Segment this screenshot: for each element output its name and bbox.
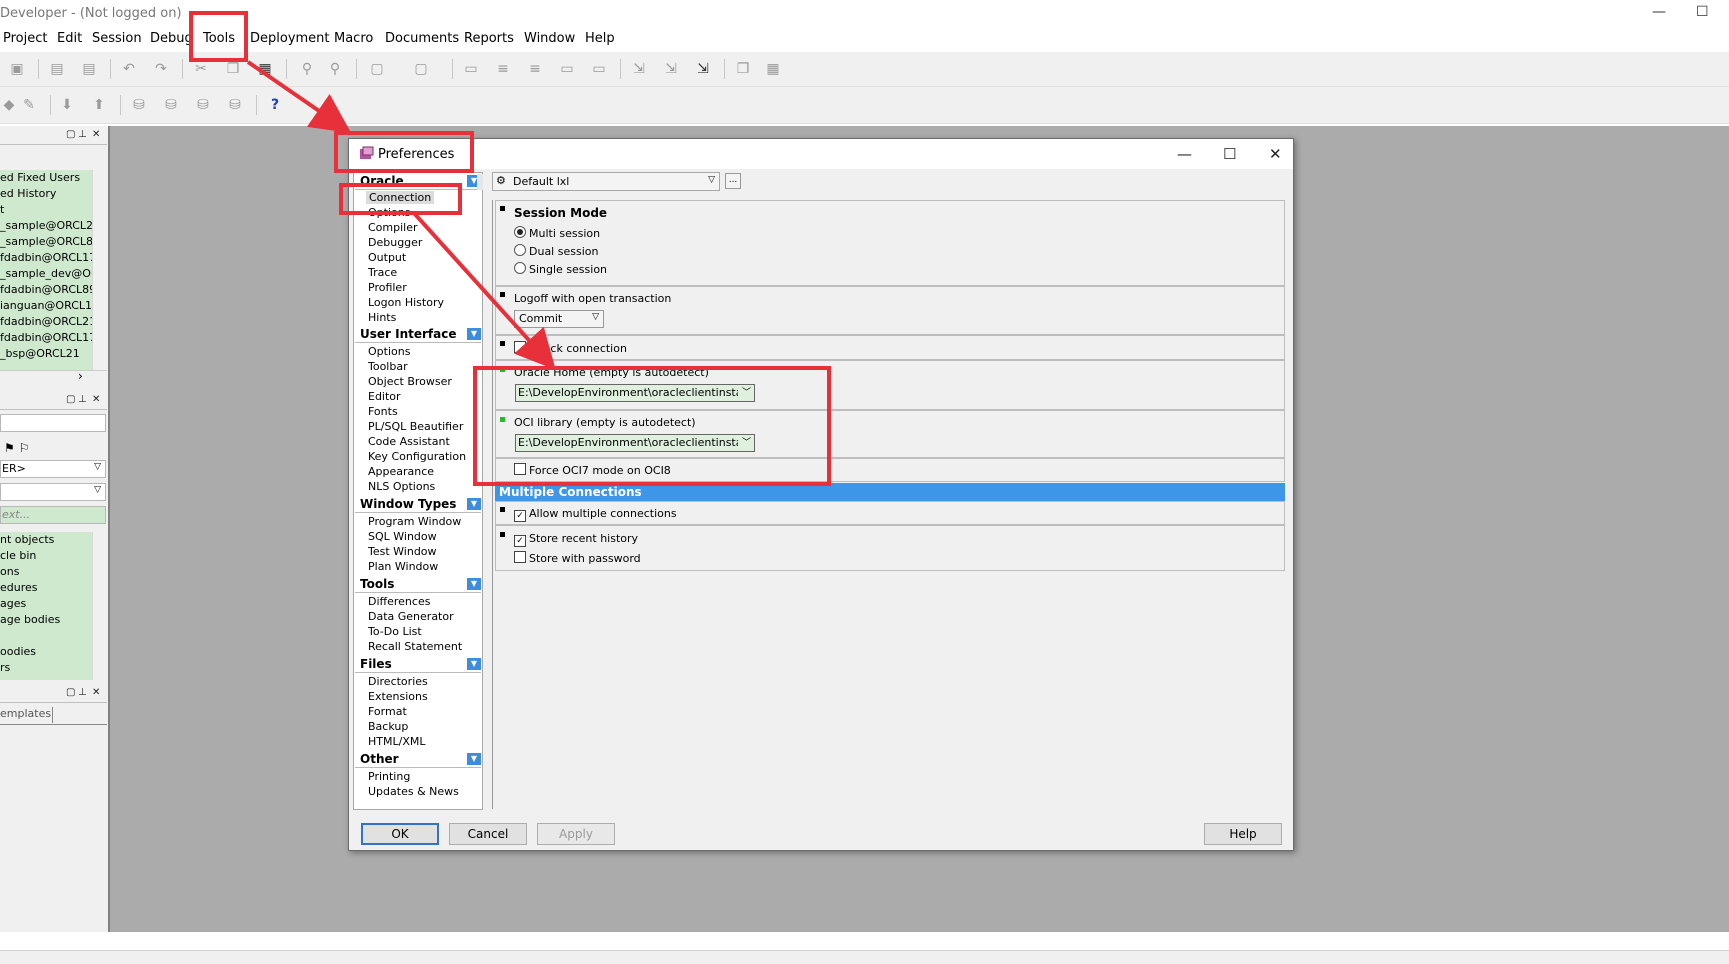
annotation-arrows xyxy=(246,60,556,370)
arrow-to-preferences xyxy=(246,60,352,134)
arrow-to-oracle-home xyxy=(411,210,556,370)
